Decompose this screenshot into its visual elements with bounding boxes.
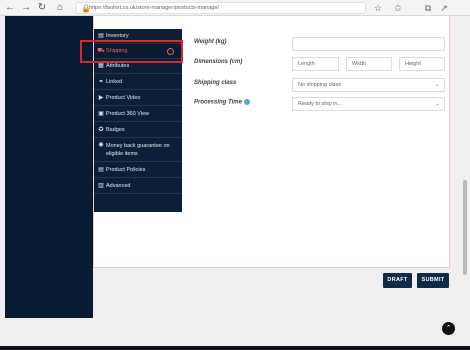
processing-time-value: Ready to ship in...	[298, 101, 343, 107]
scrollbar-thumb[interactable]	[463, 180, 467, 275]
info-icon[interactable]	[243, 99, 250, 105]
forward-icon[interactable]: →	[20, 2, 32, 14]
share-icon[interactable]: ↗	[438, 2, 450, 14]
tab-label: Product Video	[106, 95, 141, 101]
height-input[interactable]: Height	[399, 57, 445, 71]
favorites-icon[interactable]: ✩	[392, 2, 404, 14]
submit-button[interactable]: SUBMIT	[417, 273, 449, 288]
video-icon: ▶	[98, 95, 104, 101]
width-input[interactable]: Width	[346, 57, 392, 71]
tab-label: Advanced	[106, 183, 131, 189]
shipping-class-select[interactable]: No shipping class ⌄	[292, 78, 445, 92]
tab-product-video[interactable]: ▶ Product Video	[94, 91, 182, 106]
shipping-class-label: Shipping class	[194, 80, 237, 86]
weight-input[interactable]	[292, 37, 445, 51]
collections-icon[interactable]: ⧉	[422, 2, 434, 14]
length-input[interactable]: Length	[292, 57, 339, 71]
shipping-class-value: No shipping class	[298, 82, 342, 88]
chevron-down-icon: ⌄	[434, 82, 440, 88]
home-icon[interactable]: ⌂	[54, 2, 66, 14]
back-icon[interactable]: ←	[4, 2, 16, 14]
scroll-to-top-icon[interactable]: ⌃	[442, 322, 455, 335]
guarantee-icon: ◉	[98, 142, 104, 148]
processing-time-select[interactable]: Ready to ship in... ⌄	[292, 97, 445, 111]
tab-label: Money back guarantee on eligible items	[106, 143, 170, 157]
tab-advanced[interactable]: ▥ Advanced	[94, 179, 182, 194]
tab-product-policies[interactable]: ▤ Product Policies	[94, 163, 182, 178]
view-360-icon: ▣	[98, 111, 104, 117]
url-text: https://fanfort.co.uk/store-manager/prod…	[89, 5, 219, 11]
advanced-icon: ▥	[98, 183, 104, 189]
policy-icon: ▤	[98, 167, 104, 173]
chevron-down-icon: ⌄	[434, 101, 440, 107]
weight-label: Weight (kg)	[194, 39, 227, 45]
annotation-highlight-box	[80, 40, 183, 63]
tab-label: Product 360 View	[106, 111, 150, 117]
taskbar	[0, 346, 470, 350]
tab-label: Product Policies	[106, 167, 146, 173]
draft-button[interactable]: DRAFT	[383, 273, 412, 288]
dimensions-label: Dimensions (cm)	[194, 59, 243, 65]
browser-toolbar: ← → ↻ ⌂ 🔒 https://fanfort.co.uk/store-ma…	[0, 0, 470, 16]
tab-label: Linked	[106, 79, 123, 85]
favorite-icon[interactable]: ☆	[372, 2, 384, 14]
tab-linked[interactable]: ⚭ Linked	[94, 75, 182, 90]
link-icon: ⚭	[98, 79, 104, 85]
tab-label: Badges	[106, 127, 125, 133]
page-content: Weight (kg) Dimensions (cm) Length Width…	[0, 16, 465, 346]
refresh-icon[interactable]: ↻	[36, 2, 48, 14]
badge-icon: ✪	[98, 127, 104, 133]
tab-badges[interactable]: ✪ Badges	[94, 123, 182, 138]
processing-time-label-row: Processing Time	[194, 99, 250, 106]
tab-money-back-guarantee[interactable]: ◉ Money back guarantee on eligible items	[94, 139, 182, 162]
tab-product-360-view[interactable]: ▣ Product 360 View	[94, 107, 182, 122]
address-bar[interactable]: 🔒 https://fanfort.co.uk/store-manager/pr…	[76, 2, 366, 14]
processing-time-label: Processing Time	[194, 99, 242, 106]
